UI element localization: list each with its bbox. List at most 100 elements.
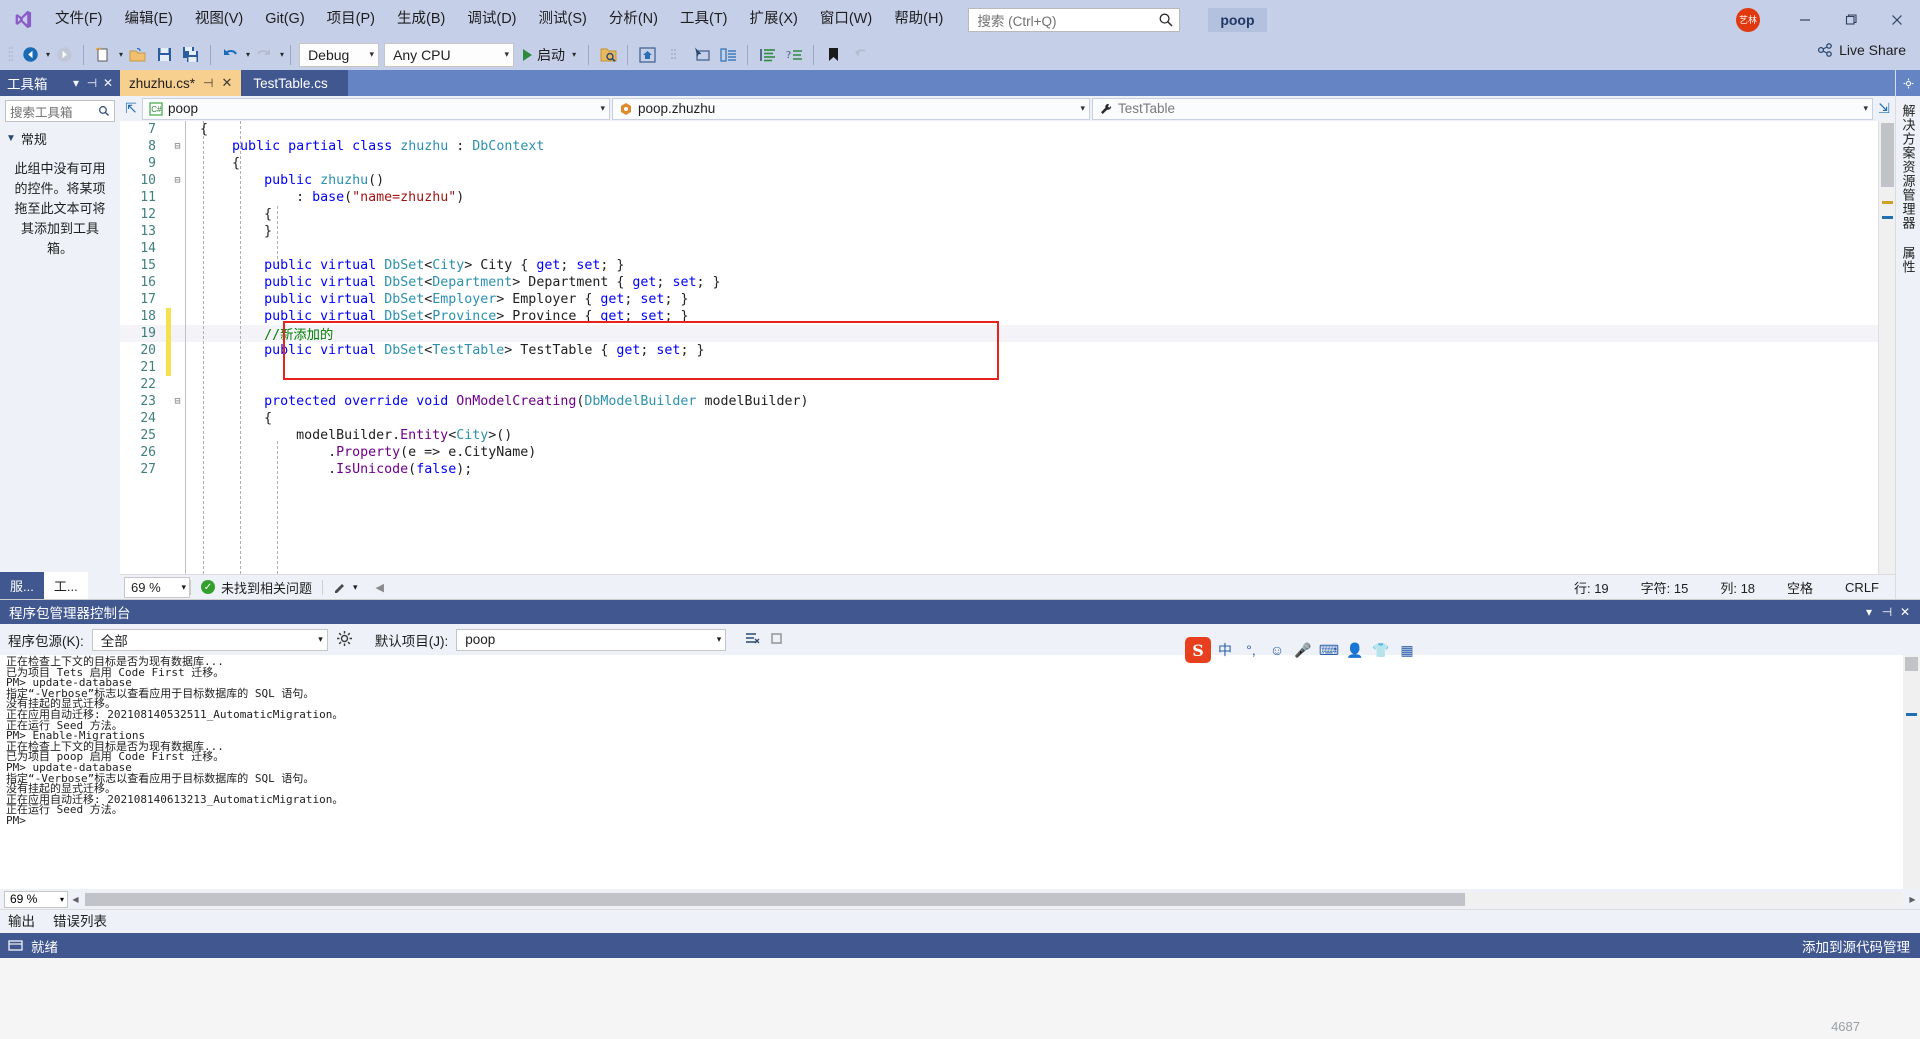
menu-window[interactable]: 窗口(W) (809, 0, 883, 39)
code-line[interactable]: 27 .IsUnicode(false); (120, 461, 1878, 478)
maximize-button[interactable] (1828, 0, 1874, 39)
minimize-button[interactable] (1782, 0, 1828, 39)
issues-indicator[interactable]: ✓ 未找到相关问题 (191, 578, 322, 597)
pin-icon[interactable]: ⊣ (203, 76, 213, 90)
close-icon[interactable]: ✕ (100, 76, 116, 90)
menu-file[interactable]: 文件(F) (44, 0, 114, 39)
fold-toggle-icon[interactable]: ⊟ (171, 141, 184, 152)
redo-button[interactable] (251, 42, 277, 68)
solution-platform-select[interactable]: Any CPU ▾ (384, 42, 515, 67)
nav-expand-icon[interactable]: ⇲ (1875, 100, 1893, 117)
code-line[interactable]: 26 .Property(e => e.CityName) (120, 444, 1878, 461)
ime-keyboard-icon[interactable]: ⌨ (1317, 637, 1341, 663)
new-dropdown-caret-icon[interactable]: ▾ (119, 50, 123, 59)
dock-tab-toolbox[interactable]: 工... (43, 572, 88, 599)
ime-mode-chinese[interactable]: 中 (1213, 637, 1237, 663)
dock-tab-output[interactable]: 输出 (6, 907, 37, 933)
save-all-button[interactable] (178, 42, 204, 68)
code-line[interactable]: 8 ⊟ public partial class zhuzhu : DbConte… (120, 138, 1878, 155)
editor-vertical-scrollbar[interactable] (1878, 121, 1895, 574)
error-list-button[interactable]: ? (781, 42, 807, 68)
right-dock-tools[interactable] (1896, 70, 1920, 96)
pmc-default-project-select[interactable]: poop ▾ (456, 628, 727, 651)
status-source-control-label[interactable]: 添加到源代码管理 (1802, 936, 1910, 956)
main-menu[interactable]: 文件(F) 编辑(E) 视图(V) Git(G) 项目(P) 生成(B) 调试(… (44, 0, 954, 39)
open-file-button[interactable] (124, 42, 150, 68)
scrollbar-thumb[interactable] (1881, 123, 1894, 187)
nav-collapse-icon[interactable]: ⇱ (122, 100, 140, 117)
menu-project[interactable]: 项目(P) (316, 0, 386, 39)
undo-button[interactable] (217, 42, 243, 68)
back-dropdown-caret-icon[interactable]: ▾ (46, 50, 50, 59)
code-line[interactable]: 14 (120, 240, 1878, 257)
pmc-hscroll-left-arrow[interactable]: ◀ (68, 892, 83, 907)
code-line[interactable]: 19 //新添加的 (120, 325, 1878, 343)
pmc-source-select[interactable]: 全部 ▾ (91, 628, 328, 651)
code-line[interactable]: 10 ⊟ public zhuzhu() (120, 172, 1878, 189)
previous-bookmark-button[interactable] (847, 42, 873, 68)
output-window-button[interactable] (754, 42, 780, 68)
status-eol[interactable]: CRLF (1829, 580, 1895, 595)
navigate-backward-button[interactable] (17, 42, 43, 68)
menu-view[interactable]: 视图(V) (184, 0, 254, 39)
code-line[interactable]: 25 modelBuilder.Entity<City>() (120, 427, 1878, 444)
status-spaces[interactable]: 空格 (1771, 578, 1829, 597)
live-share-button[interactable]: Live Share (1817, 42, 1906, 58)
bookmark-button[interactable] (820, 42, 846, 68)
code-editor[interactable]: 7 {8 ⊟ public partial class zhuzhu : DbCo… (120, 121, 1895, 574)
ime-punctuation-icon[interactable]: °, (1239, 637, 1263, 663)
menu-build[interactable]: 生成(B) (386, 0, 456, 39)
issue-navigation[interactable]: ▾ ◀ (323, 580, 394, 594)
navbar-project-select[interactable]: C# poop ▾ (142, 97, 610, 120)
pin-icon[interactable]: ⊣ (84, 76, 100, 90)
pmc-scrollbar-thumb[interactable] (1905, 657, 1918, 671)
toolbar-overflow-grip[interactable] (661, 42, 687, 68)
menu-help[interactable]: 帮助(H) (883, 0, 954, 39)
start-debug-button[interactable]: 启动 ▾ (517, 42, 582, 68)
code-line[interactable]: 9 { (120, 155, 1878, 172)
pmc-clear-console-button[interactable] (744, 630, 761, 650)
pmc-output-area[interactable]: 正在检查上下文的目标是否为现有数据库... 已为项目 Tets 启用 Code F… (0, 655, 1920, 889)
menu-analyze[interactable]: 分析(N) (598, 0, 669, 39)
fold-toggle-icon[interactable]: ⊟ (171, 175, 184, 186)
ime-skin-icon[interactable]: 👕 (1369, 637, 1393, 663)
ime-emoji-icon[interactable]: ☺ (1265, 637, 1289, 663)
pmc-stop-button[interactable] (769, 631, 784, 649)
pin-icon[interactable]: ⊣ (1878, 605, 1896, 619)
save-button[interactable] (151, 42, 177, 68)
code-lines-container[interactable]: 7 {8 ⊟ public partial class zhuzhu : DbCo… (120, 121, 1878, 574)
solution-explorer-button[interactable] (688, 42, 714, 68)
avatar[interactable]: 艺林 (1736, 7, 1760, 32)
menu-edit[interactable]: 编辑(E) (114, 0, 184, 39)
code-line[interactable]: 16 public virtual DbSet<Department> Depa… (120, 274, 1878, 291)
ime-account-icon[interactable]: 👤 (1343, 637, 1367, 663)
pmc-settings-button[interactable] (336, 630, 353, 650)
pmc-hscroll-right-arrow[interactable]: ▶ (1905, 892, 1920, 907)
search-in-folder-button[interactable] (595, 42, 621, 68)
code-line[interactable]: 11 : base("name=zhuzhu") (120, 189, 1878, 206)
ime-voice-icon[interactable]: 🎤 (1291, 637, 1315, 663)
tab-testtable-cs[interactable]: TestTable.cs (241, 70, 348, 96)
code-line[interactable]: 15 public virtual DbSet<City> City { get… (120, 257, 1878, 274)
code-line[interactable]: 24 { (120, 410, 1878, 427)
ime-toolbox-icon[interactable]: ▦ (1395, 637, 1419, 663)
pmc-vertical-scrollbar[interactable] (1903, 655, 1920, 889)
code-line[interactable]: 13 } (120, 223, 1878, 240)
menu-extensions[interactable]: 扩展(X) (739, 0, 809, 39)
code-line[interactable]: 18 public virtual DbSet<Province> Provin… (120, 308, 1878, 325)
code-line[interactable]: 20 public virtual DbSet<TestTable> TestT… (120, 342, 1878, 359)
tab-zhuzhu-cs[interactable]: zhuzhu.cs* ⊣ ✕ (120, 70, 242, 96)
toolbox-search-input[interactable]: 搜索工具箱 (5, 100, 115, 122)
navbar-type-select[interactable]: poop.zhuzhu ▾ (612, 97, 1090, 120)
pmc-hscroll-thumb[interactable] (85, 892, 1465, 906)
chevron-left-icon[interactable]: ◀ (364, 581, 384, 594)
code-line[interactable]: 12 { (120, 206, 1878, 223)
close-button[interactable] (1874, 0, 1920, 39)
dock-tab-solution-explorer[interactable]: 解决方案资源管理器 (1895, 96, 1920, 238)
navbar-member-select[interactable]: TestTable ▾ (1092, 97, 1873, 120)
home-button[interactable] (634, 42, 660, 68)
code-line[interactable]: 23 ⊟ protected override void OnModelCreat… (120, 393, 1878, 410)
redo-dropdown-caret-icon[interactable]: ▾ (280, 50, 284, 59)
menu-debug[interactable]: 调试(D) (456, 0, 527, 39)
dock-tab-error-list[interactable]: 错误列表 (51, 907, 109, 933)
